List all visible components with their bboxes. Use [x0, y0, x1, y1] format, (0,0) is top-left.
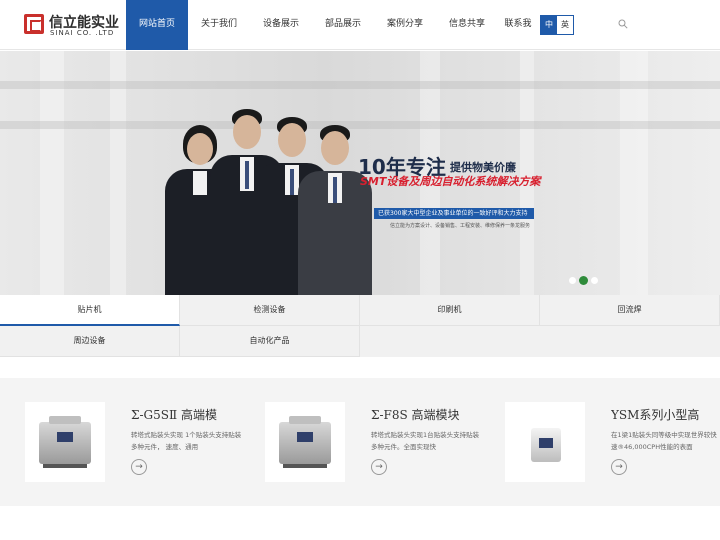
lang-en-button[interactable]: 英 — [557, 16, 573, 34]
product-description: 转塔式贴装头实现 1个贴装头支持贴装多种元件， 速度、通用 — [131, 431, 242, 451]
arrow-right-icon[interactable]: → — [131, 459, 147, 475]
nav-item-equipment[interactable]: 设备展示 — [250, 0, 312, 50]
tab-peripheral[interactable]: 周边设备 — [0, 326, 180, 357]
slider-dot[interactable] — [591, 277, 598, 284]
tab-smt-placement[interactable]: 贴片机 — [0, 295, 180, 326]
banner-slogan: SMT设备及周边自动化系统解决方案 — [360, 175, 541, 188]
nav-item-parts[interactable]: 部品展示 — [312, 0, 374, 50]
nav-item-home[interactable]: 网站首页 — [126, 0, 188, 50]
banner-tagline-secondary: 信立能为方案设计、设备销售、工程安装、维修保养一条龙服务 — [390, 223, 531, 229]
product-card[interactable]: Σ-F8S 高端模块 转塔式贴装头实现1台贴装头支持贴装多种元件。全面实现快 → — [265, 402, 495, 482]
product-card[interactable]: Σ-G5SⅡ 高端模 转塔式贴装头实现 1个贴装头支持贴装多种元件， 速度、通用… — [25, 402, 255, 482]
product-description: 转塔式贴装头实现1台贴装头支持贴装多种元件。全面实现快 — [371, 431, 480, 451]
nav-item-cases[interactable]: 案例分享 — [374, 0, 436, 50]
slider-dots — [569, 276, 598, 285]
tab-inspection[interactable]: 检测设备 — [180, 295, 360, 326]
banner-tagline: 已获300家大中型企业及事业单位的一致好评和大力支持 — [374, 208, 534, 219]
tab-reflow[interactable]: 回流焊 — [540, 295, 720, 326]
product-image[interactable] — [265, 402, 345, 482]
product-title[interactable]: Σ-G5SⅡ 高端模 — [131, 406, 255, 423]
arrow-right-icon[interactable]: → — [611, 459, 627, 475]
product-image[interactable] — [25, 402, 105, 482]
tab-automation[interactable]: 自动化产品 — [180, 326, 360, 357]
nav-item-about[interactable]: 关于我们 — [188, 0, 250, 50]
product-image[interactable] — [505, 402, 585, 482]
product-card[interactable]: YSM系列小型高 在1梁1贴装头同等级中实现世界较快速®46,000CPH性能的… — [505, 402, 720, 482]
product-title[interactable]: Σ-F8S 高端模块 — [371, 406, 495, 423]
lang-zh-button[interactable]: 中 — [541, 16, 557, 34]
slider-dot[interactable] — [569, 277, 576, 284]
search-icon[interactable] — [618, 19, 628, 29]
logo-mark-icon — [24, 14, 44, 34]
main-nav: 网站首页 关于我们 设备展示 部品展示 案例分享 信息共享 联系我 — [126, 0, 538, 50]
nav-item-info[interactable]: 信息共享 — [436, 0, 498, 50]
product-list: Σ-G5SⅡ 高端模 转塔式贴装头实现 1个贴装头支持贴装多种元件， 速度、通用… — [0, 378, 720, 506]
product-title[interactable]: YSM系列小型高 — [611, 406, 720, 423]
logo-text-en: SINAI CO. .LTD — [50, 29, 115, 37]
hero-banner: 10年专注 提供物美价廉 SMT设备及周边自动化系统解决方案 已获300家大中型… — [0, 51, 720, 295]
tab-printer[interactable]: 印刷机 — [360, 295, 540, 326]
slider-dot-active[interactable] — [579, 276, 588, 285]
category-tabs: 贴片机 检测设备 印刷机 回流焊 周边设备 自动化产品 — [0, 295, 720, 357]
logo[interactable]: 信立能实业 SINAI CO. .LTD — [24, 12, 120, 40]
product-description: 在1梁1贴装头同等级中实现世界较快速®46,000CPH性能的表面 — [611, 431, 717, 451]
arrow-right-icon[interactable]: → — [371, 459, 387, 475]
language-switch: 中 英 — [540, 15, 574, 35]
nav-item-contact[interactable]: 联系我 — [498, 0, 538, 50]
site-header: 信立能实业 SINAI CO. .LTD 网站首页 关于我们 设备展示 部品展示… — [0, 0, 720, 50]
background-beam — [0, 81, 720, 89]
